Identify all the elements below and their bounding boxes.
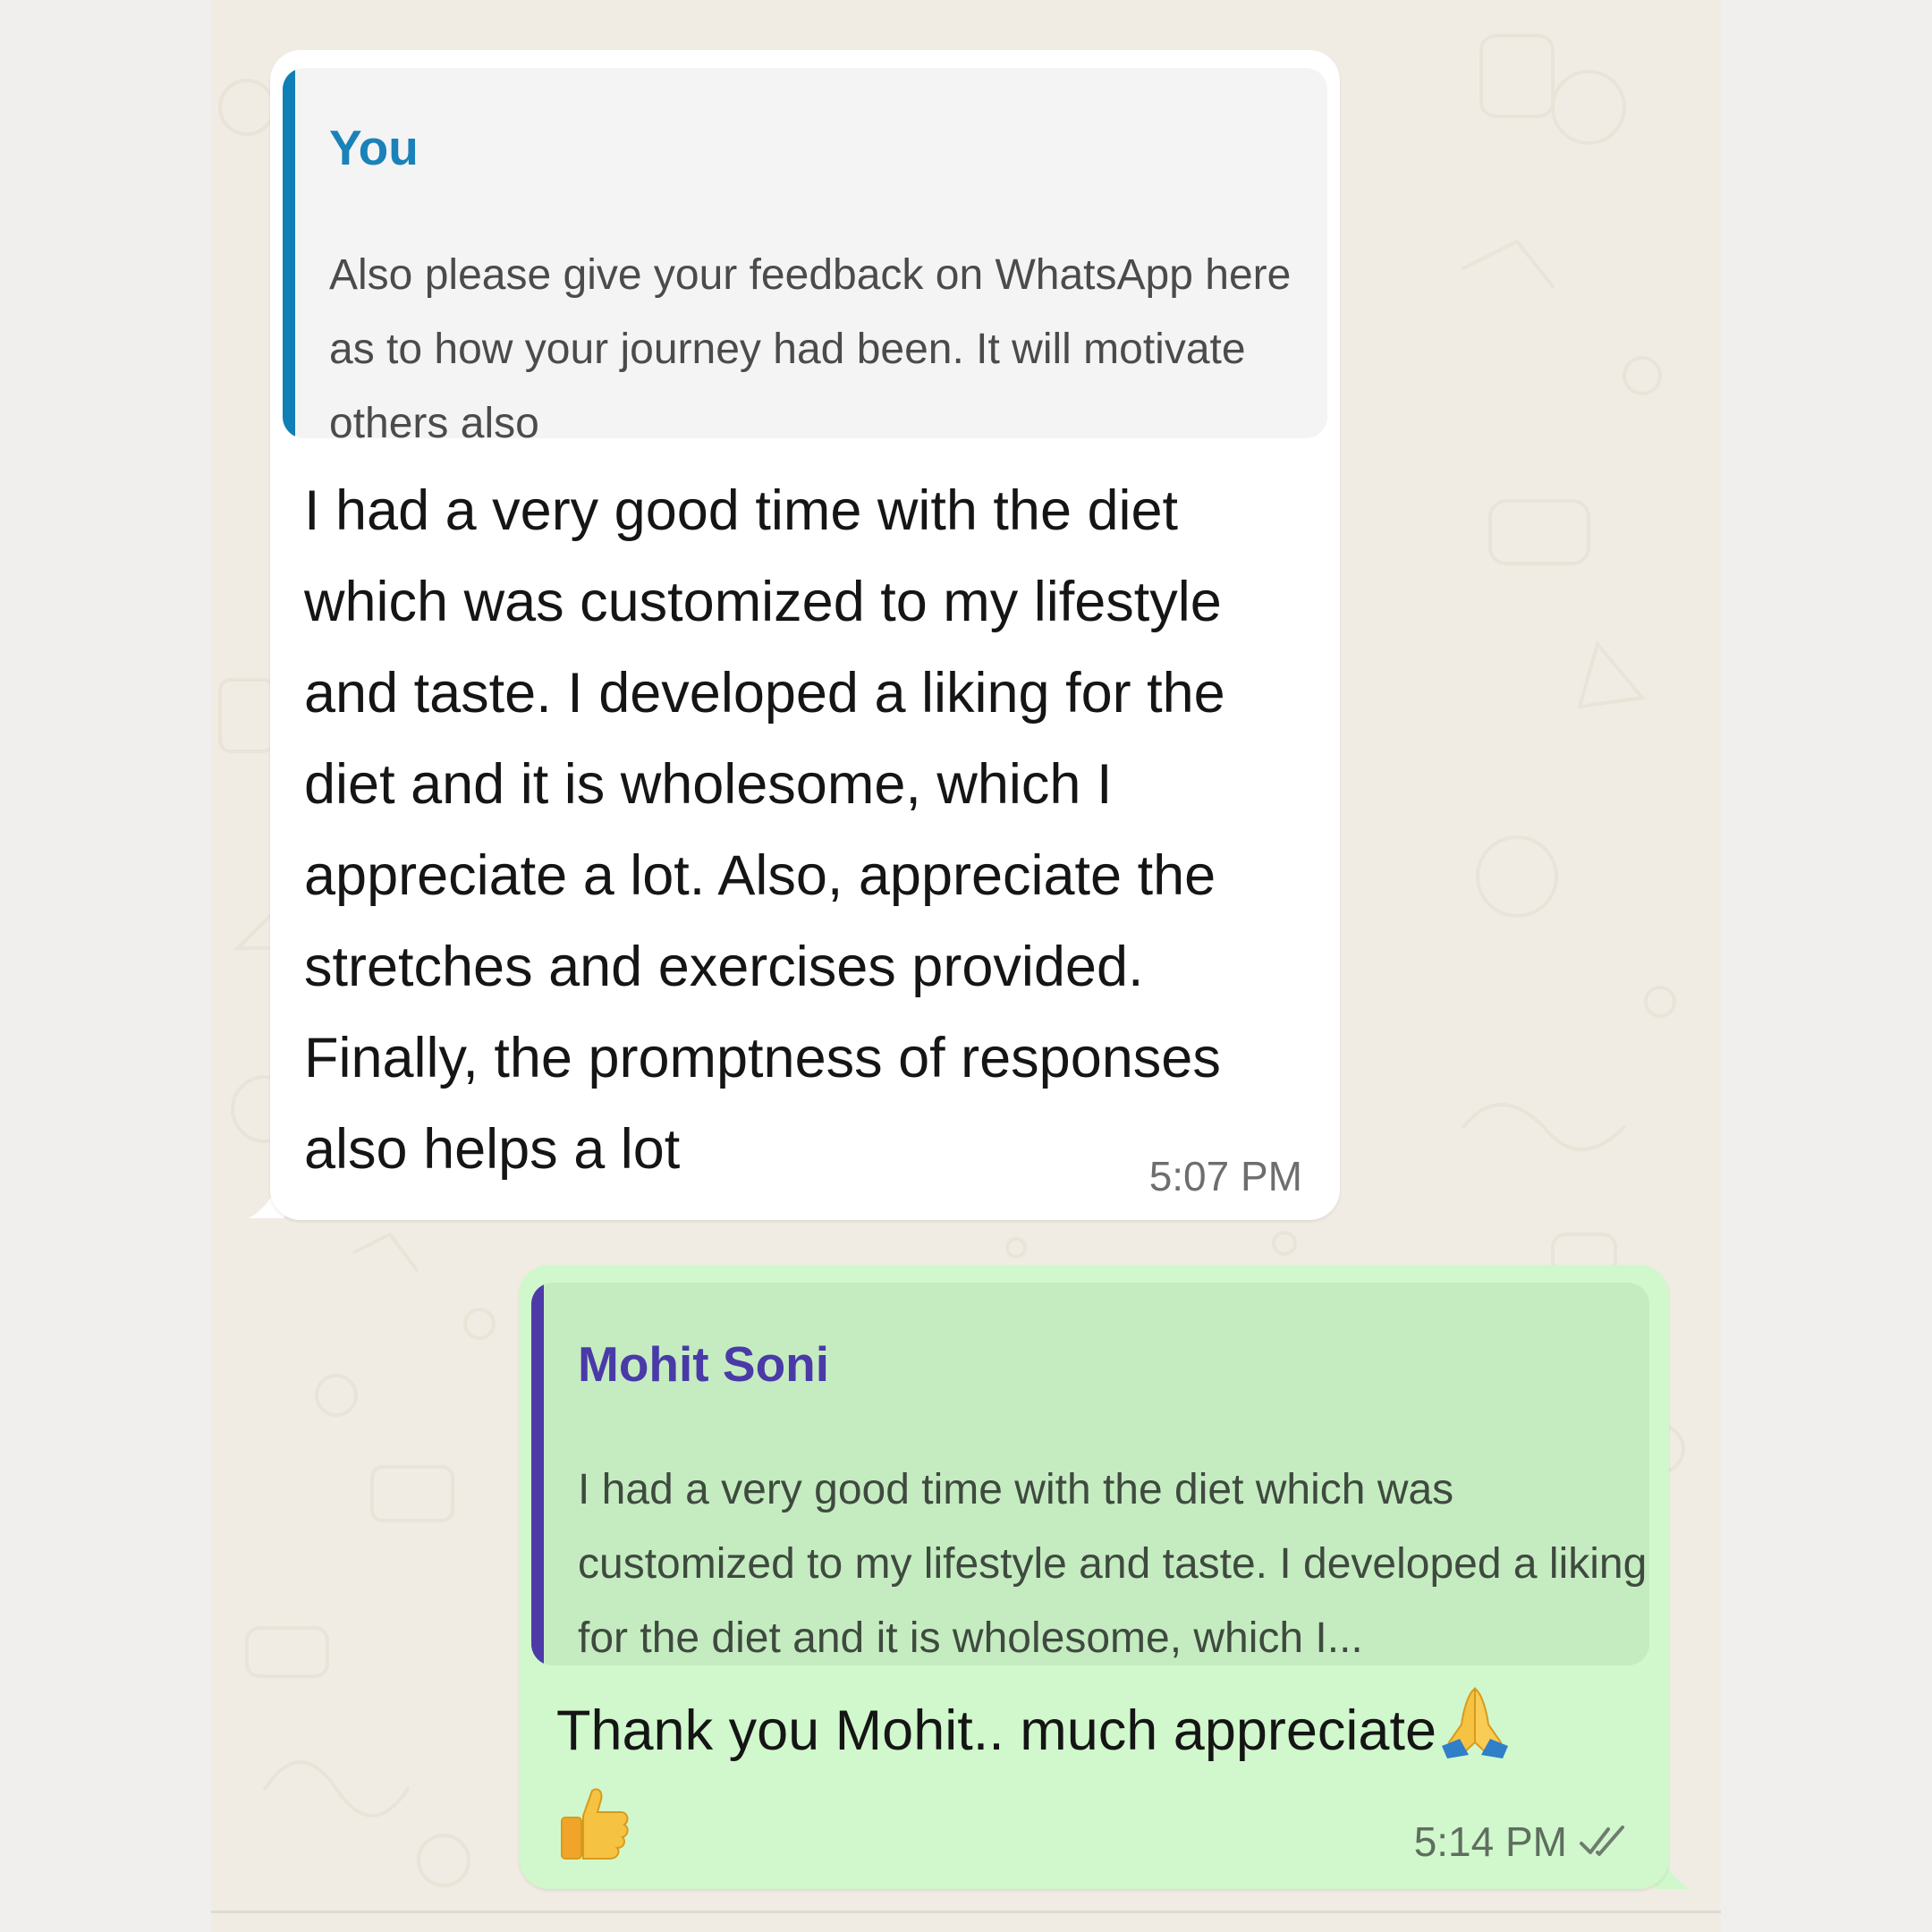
- message-meta: 5:14 PM: [1414, 1818, 1631, 1866]
- message-timestamp: 5:07 PM: [1148, 1153, 1302, 1199]
- message-text: I had a very good time with the diet whi…: [304, 479, 1225, 1181]
- quoted-message-mohit-soni[interactable]: Mohit Soni I had a very good time with t…: [531, 1283, 1649, 1665]
- incoming-message-bubble[interactable]: You Also please give your feedback on Wh…: [270, 50, 1340, 1220]
- message-timestamp: 5:14 PM: [1413, 1818, 1567, 1865]
- quote-author: You: [329, 120, 419, 175]
- quote-accent-bar: [283, 68, 295, 438]
- quote-text: I had a very good time with the diet whi…: [578, 1466, 1648, 1662]
- outgoing-message-bubble[interactable]: Mohit Soni I had a very good time with t…: [519, 1265, 1669, 1889]
- quote-author: Mohit Soni: [578, 1336, 830, 1392]
- thumbs-up-emoji: [561, 1788, 629, 1860]
- double-check-icon: [1580, 1826, 1624, 1856]
- message-text: Thank you Mohit.. much appreciate: [556, 1699, 1437, 1762]
- folded-hands-emoji: [1442, 1687, 1509, 1758]
- message-text-line: Thank you Mohit.. much appreciate: [556, 1683, 1639, 1777]
- quoted-message-you[interactable]: You Also please give your feedback on Wh…: [283, 68, 1327, 438]
- emoji-line: [556, 1784, 633, 1860]
- quote-text: Also please give your feedback on WhatsA…: [329, 251, 1292, 438]
- quote-accent-bar: [531, 1283, 544, 1665]
- divider: [211, 1911, 1721, 1913]
